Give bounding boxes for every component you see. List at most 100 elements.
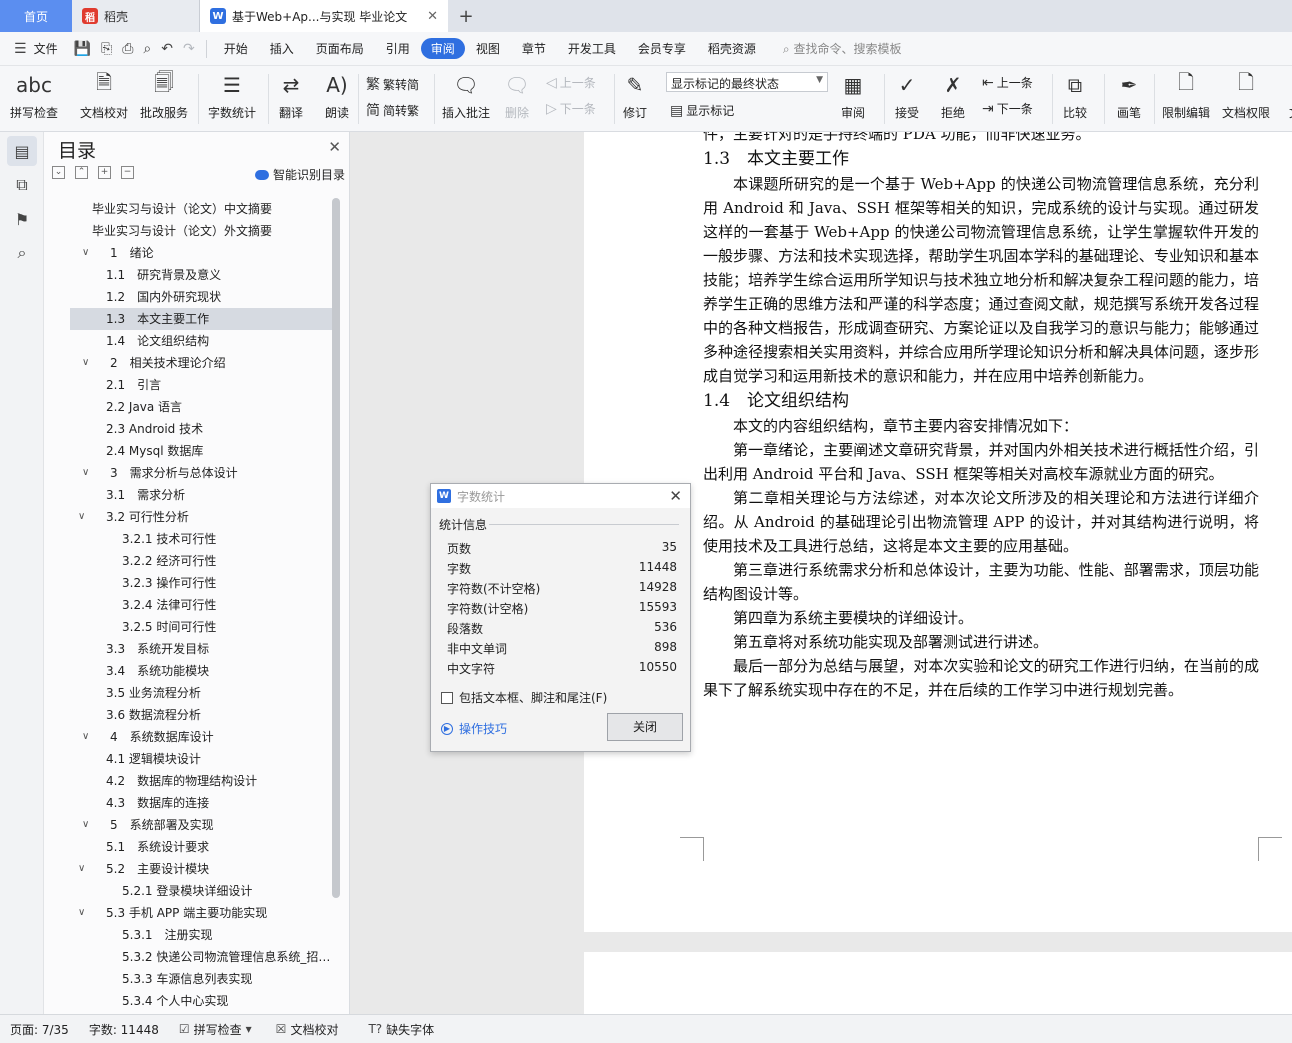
- smart-toc-button[interactable]: 智能识别目录: [254, 166, 345, 183]
- doc-rights-button[interactable]: 🗋 文档权限: [1222, 70, 1270, 121]
- next-page[interactable]: [584, 952, 1292, 1014]
- menu-file[interactable]: 文件: [32, 40, 69, 57]
- toc-item[interactable]: 3.1 需求分析: [44, 484, 332, 506]
- next-change-button[interactable]: ⇥ 下一条: [982, 100, 1033, 117]
- toc-item[interactable]: ∨ 3 需求分析与总体设计: [44, 462, 332, 484]
- simp-to-trad-button[interactable]: 简简转繁: [366, 100, 419, 120]
- pen-button[interactable]: ✒ 画笔: [1114, 70, 1144, 121]
- dialog-title-bar[interactable]: W 字数统计: [431, 484, 690, 508]
- compare-button[interactable]: ⧉ 比较: [1060, 70, 1090, 121]
- toc-item[interactable]: 5.2.1 登录模块详细设计: [44, 880, 332, 902]
- toc-item[interactable]: 3.2.3 操作可行性: [44, 572, 332, 594]
- bookmark-icon[interactable]: ⚑: [7, 204, 37, 234]
- checkbox-box[interactable]: [441, 691, 453, 704]
- tab-daoke[interactable]: 稻 稻壳: [72, 0, 200, 32]
- export-icon[interactable]: ⎘: [96, 41, 117, 57]
- print-icon[interactable]: ⎙: [117, 41, 138, 57]
- close-icon[interactable]: ✕: [328, 138, 341, 156]
- toc-item[interactable]: 1.4 论文组织结构: [44, 330, 332, 352]
- toc-item[interactable]: 3.2.2 经济可行性: [44, 550, 332, 572]
- toc-item[interactable]: 3.4 系统功能模块: [44, 660, 332, 682]
- doc-proof-button[interactable]: 🗎 文档校对: [80, 70, 128, 121]
- menu-insert[interactable]: 插入: [259, 40, 305, 57]
- status-spell-check[interactable]: ☑ 拼写检查 ▾: [169, 1021, 266, 1038]
- menu-layout[interactable]: 页面布局: [305, 40, 375, 57]
- toc-item[interactable]: ∨ 5.3 手机 APP 端主要功能实现: [44, 902, 332, 924]
- track-changes-button[interactable]: ✎ 修订: [620, 70, 650, 121]
- batch-service-button[interactable]: 🗐 批改服务: [140, 70, 188, 121]
- new-tab-button[interactable]: +: [448, 0, 484, 32]
- tab-home[interactable]: 首页: [0, 0, 72, 32]
- toc-item[interactable]: 3.3 系统开发目标: [44, 638, 332, 660]
- reject-button[interactable]: ✗ 拒绝: [938, 70, 968, 121]
- toc-item[interactable]: 3.5 业务流程分析: [44, 682, 332, 704]
- tab-document[interactable]: W 基于Web+Ap...与实现 毕业论文 ✕: [200, 0, 448, 32]
- status-doc-proof[interactable]: ☒ 文档校对: [266, 1021, 349, 1038]
- tips-link[interactable]: ▶ 操作技巧: [441, 720, 507, 737]
- toc-item[interactable]: 毕业实习与设计（论文）外文摘要: [44, 220, 332, 242]
- review-pane-button[interactable]: ▦ 审阅: [838, 70, 868, 121]
- toc-item[interactable]: 4.3 数据库的连接: [44, 792, 332, 814]
- toc-item[interactable]: 1.2 国内外研究现状: [44, 286, 332, 308]
- toc-item[interactable]: 1.1 研究背景及意义: [44, 264, 332, 286]
- toc-item[interactable]: 3.2.1 技术可行性: [44, 528, 332, 550]
- menu-chapter[interactable]: 章节: [511, 40, 557, 57]
- redo-icon[interactable]: ↷: [178, 41, 200, 57]
- translate-button[interactable]: ⇄ 翻译: [276, 70, 306, 121]
- toc-item[interactable]: 4.1 逻辑模块设计: [44, 748, 332, 770]
- markup-display-select[interactable]: 显示标记的最终状态 ▼: [666, 72, 828, 92]
- toc-item[interactable]: 2.4 Mysql 数据库: [44, 440, 332, 462]
- restrict-edit-button[interactable]: 🗋 限制编辑: [1162, 70, 1210, 121]
- toc-item[interactable]: 2.3 Android 技术: [44, 418, 332, 440]
- preview-icon[interactable]: ⌕: [138, 41, 156, 57]
- toc-panel-icon[interactable]: ▤: [7, 136, 37, 166]
- read-aloud-button[interactable]: A) 朗读: [322, 70, 352, 121]
- collapse-all-icon[interactable]: ⌄: [52, 166, 65, 179]
- chevron-down-icon[interactable]: ∨: [82, 462, 89, 484]
- toc-item[interactable]: 3.6 数据流程分析: [44, 704, 332, 726]
- chevron-down-icon[interactable]: ∨: [78, 506, 85, 528]
- chevron-down-icon[interactable]: ∨: [78, 858, 85, 880]
- trad-to-simp-button[interactable]: 繁繁转简: [366, 74, 419, 94]
- prev-comment-button[interactable]: ◁ 上一条: [546, 74, 596, 91]
- toc-item[interactable]: 5.3.2 快递公司物流管理信息系统_招聘 ...: [44, 946, 332, 968]
- toc-item[interactable]: ∨ 1 绪论: [44, 242, 332, 264]
- word-count-indicator[interactable]: 字数: 11448: [79, 1021, 169, 1038]
- toc-item[interactable]: 5.3.3 车源信息列表实现: [44, 968, 332, 990]
- dialog-close-icon[interactable]: ✕: [669, 487, 682, 505]
- toc-item[interactable]: 5.3.4 个人中心实现: [44, 990, 332, 1008]
- toc-item[interactable]: ∨ 5 系统部署及实现: [44, 814, 332, 836]
- accept-button[interactable]: ✓ 接受: [892, 70, 922, 121]
- toc-item[interactable]: 2.2 Java 语言: [44, 396, 332, 418]
- toc-scrollbar[interactable]: [332, 198, 340, 898]
- command-search[interactable]: ⌕ 查找命令、搜索模板: [767, 40, 902, 57]
- page-indicator[interactable]: 页面: 7/35: [0, 1021, 79, 1038]
- save-icon[interactable]: 💾: [69, 41, 96, 57]
- toc-item[interactable]: 4.2 数据库的物理结构设计: [44, 770, 332, 792]
- menu-reference[interactable]: 引用: [375, 40, 421, 57]
- remove-level-icon[interactable]: −: [121, 166, 134, 179]
- toc-item[interactable]: 2.1 引言: [44, 374, 332, 396]
- search-panel-icon[interactable]: ⌕: [7, 238, 37, 268]
- status-missing-font[interactable]: T? 缺失字体: [348, 1021, 444, 1038]
- toc-item[interactable]: 5.3.1 注册实现: [44, 924, 332, 946]
- close-tab-icon[interactable]: ✕: [427, 9, 438, 24]
- chevron-down-icon[interactable]: ∨: [78, 902, 85, 924]
- toc-item[interactable]: 毕业实习与设计（论文）中文摘要: [44, 198, 332, 220]
- spell-check-button[interactable]: abc 拼写检查: [10, 70, 58, 121]
- next-comment-button[interactable]: ▷ 下一条: [546, 100, 596, 117]
- menu-view[interactable]: 视图: [465, 40, 511, 57]
- toc-item[interactable]: ∨ 2 相关技术理论介绍: [44, 352, 332, 374]
- chevron-down-icon[interactable]: ∨: [82, 814, 89, 836]
- dialog-close-button[interactable]: 关闭: [607, 713, 683, 741]
- undo-icon[interactable]: ↶: [156, 41, 178, 57]
- word-count-button[interactable]: ☰ 字数统计: [208, 70, 256, 121]
- toc-item[interactable]: 5.1 系统设计要求: [44, 836, 332, 858]
- menu-start[interactable]: 开始: [213, 40, 259, 57]
- toc-item[interactable]: ∨ 5.2 主要设计模块: [44, 858, 332, 880]
- toc-item[interactable]: ∨ 4 系统数据库设计: [44, 726, 332, 748]
- expand-all-icon[interactable]: ⌃: [75, 166, 88, 179]
- more-ribbon-button[interactable]: 文: [1280, 70, 1292, 121]
- add-level-icon[interactable]: +: [98, 166, 111, 179]
- chevron-down-icon[interactable]: ∨: [82, 352, 89, 374]
